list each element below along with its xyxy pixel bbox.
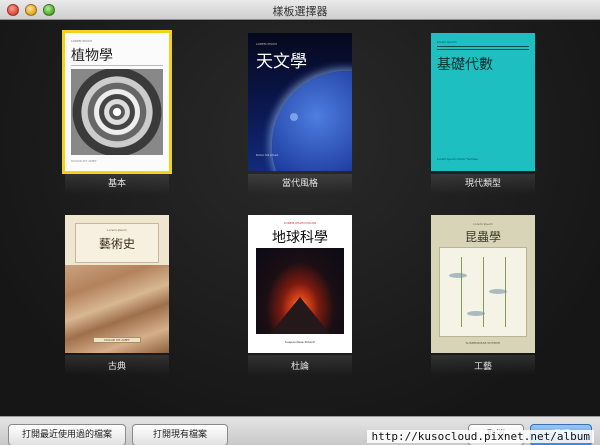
title-bar: 樣板選擇器 <box>0 0 600 20</box>
cover-small-text: LOREM IPSUM DOLOR <box>283 221 317 225</box>
cover-footer: SUSPENDISSE POTENTI <box>465 341 501 345</box>
cover-small-text: LOREM IPSUM <box>71 39 92 43</box>
cover-title: 藝術史 <box>98 237 135 251</box>
cover-footer: DOLOR SIT AMET <box>71 159 97 163</box>
dragonfly-image <box>489 289 507 294</box>
cover-title: 植物學 <box>71 48 113 64</box>
cover-small-text: Lorem Ipsum <box>437 40 457 44</box>
cover-title: 天文學 <box>256 52 307 72</box>
watermark-url: http://kusocloud.pixnet.net/album <box>367 430 594 443</box>
planet-image <box>272 71 352 171</box>
cover-small-text: Lorem Ipsum <box>473 222 493 226</box>
theme-cover-craft[interactable]: Lorem Ipsum 昆蟲學 SUSPENDISSE POTENTI <box>431 215 535 353</box>
cover-rule <box>437 46 529 47</box>
cover-small-text: LOREM IPSUM <box>256 42 277 46</box>
theme-caption-contemporary: 當代風格 <box>281 179 318 189</box>
volcano-cone <box>270 297 330 334</box>
theme-caption-craft: 工藝 <box>473 362 492 372</box>
dragonfly-image <box>467 311 485 316</box>
dragonfly-image <box>449 273 467 278</box>
theme-caption-formal: 杜論 <box>290 362 309 372</box>
cover-rule <box>437 49 529 50</box>
open-existing-button[interactable]: 打開現有檔案 <box>132 424 228 445</box>
plant-stem <box>483 257 484 327</box>
cover-title: 昆蟲學 <box>464 230 501 244</box>
window-title: 樣板選擇器 <box>272 5 328 18</box>
cover-footer: DOLOR SIT AMET <box>93 337 141 343</box>
theme-caption-modern-type: 現代類型 <box>464 179 501 189</box>
cover-rule <box>71 65 163 66</box>
open-recent-button[interactable]: 打開最近使用過的檔案 <box>8 424 126 445</box>
theme-cover-modern-type[interactable]: Lorem Ipsum 基礎代數 Lorem Ipsum Dolor Facil… <box>431 33 535 171</box>
moon-image <box>290 113 298 121</box>
cover-footer: Dolor Sit Amet <box>256 153 278 157</box>
flower-image <box>71 69 163 155</box>
cover-title: 地球科學 <box>272 230 328 246</box>
plant-stem <box>461 257 462 327</box>
cover-footer: Suspendisse Potenti <box>284 340 316 344</box>
theme-cover-formal[interactable]: LOREM IPSUM DOLOR 地球科學 Suspendisse Poten… <box>248 215 352 353</box>
cover-footer: Lorem Ipsum Dolor Facilisis <box>437 157 478 161</box>
theme-chooser-window: 樣板選擇器 LOREM IPSUM 植物學 DOLOR SIT AMET 基本 … <box>0 0 600 445</box>
cover-title: 基礎代數 <box>437 57 493 73</box>
theme-cover-contemporary[interactable]: LOREM IPSUM 天文學 Dolor Sit Amet <box>248 33 352 171</box>
theme-cover-basic[interactable]: LOREM IPSUM 植物學 DOLOR SIT AMET <box>62 30 172 174</box>
cover-small-text: Lorem Ipsum <box>107 228 127 232</box>
theme-caption-basic: 基本 <box>107 179 126 189</box>
theme-caption-classic: 古典 <box>107 362 126 372</box>
theme-cover-classic[interactable]: Lorem Ipsum 藝術史 DOLOR SIT AMET <box>65 215 169 353</box>
theme-grid: LOREM IPSUM 植物學 DOLOR SIT AMET 基本 LOREM … <box>0 21 600 416</box>
